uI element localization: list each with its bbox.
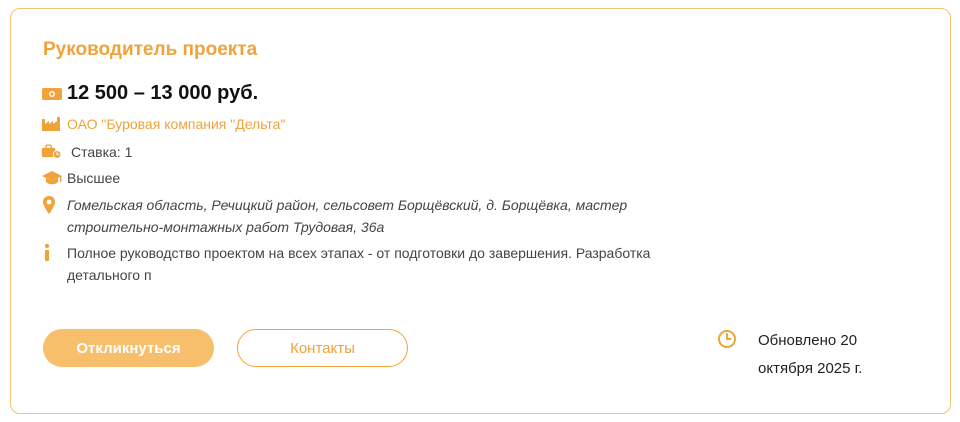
address-row: Гомельская область, Речицкий район, сель…	[41, 194, 667, 238]
description-row: Полное руководство проектом на всех этап…	[41, 242, 667, 286]
salary-text: 12 500 – 13 000 руб.	[67, 82, 259, 104]
factory-icon	[41, 115, 63, 133]
clock-icon	[717, 329, 737, 349]
respond-button[interactable]: Откликнуться	[43, 329, 214, 367]
vacancy-title[interactable]: Руководитель проекта	[43, 39, 257, 61]
vacancy-card: Руководитель проекта 12 500 – 13 000 руб…	[10, 8, 951, 414]
money-icon	[41, 85, 63, 103]
rate-text: Ставка: 1	[71, 144, 133, 160]
info-icon	[41, 242, 63, 264]
updated-date: Обновлено 20 октября 2025 г.	[758, 332, 863, 377]
description-text: Полное руководство проектом на всех этап…	[67, 245, 651, 283]
location-pin-icon	[41, 194, 63, 216]
education-row: Высшее	[41, 169, 120, 187]
company-link[interactable]: ОАО "Буровая компания "Дельта"	[67, 116, 285, 132]
company-row: ОАО "Буровая компания "Дельта"	[41, 115, 285, 133]
education-text: Высшее	[67, 170, 121, 186]
graduation-cap-icon	[41, 169, 63, 187]
briefcase-clock-icon	[41, 143, 63, 161]
contacts-button[interactable]: Контакты	[237, 329, 408, 367]
rate-row: Ставка: 1	[41, 143, 132, 161]
salary-row: 12 500 – 13 000 руб.	[41, 82, 258, 105]
address-text: Гомельская область, Речицкий район, сель…	[67, 197, 628, 235]
